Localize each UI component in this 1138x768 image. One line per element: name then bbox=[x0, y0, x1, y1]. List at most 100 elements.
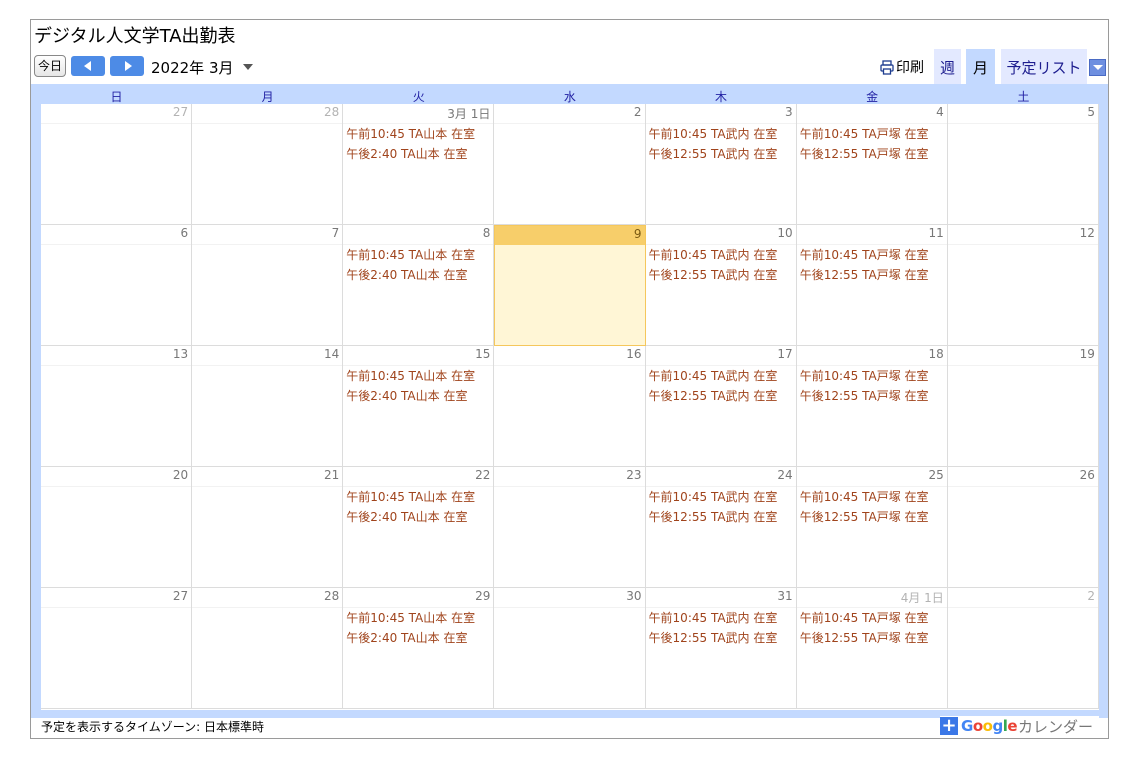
event-item[interactable]: 午後2:40 TA山本 在室 bbox=[346, 508, 467, 525]
day-number[interactable]: 20 bbox=[173, 468, 188, 482]
day-cell[interactable]: 27 bbox=[41, 104, 193, 225]
event-item[interactable]: 午前10:45 TA戸塚 在室 bbox=[800, 246, 929, 263]
day-number[interactable]: 6 bbox=[180, 226, 188, 240]
event-item[interactable]: 午前10:45 TA山本 在室 bbox=[346, 246, 475, 263]
day-cell[interactable]: 3 午前10:45 TA武内 在室 午後12:55 TA武内 在室 bbox=[645, 104, 797, 225]
day-cell-today[interactable]: 9 bbox=[494, 225, 646, 346]
day-cell[interactable]: 6 bbox=[41, 225, 193, 346]
event-item[interactable]: 午後12:55 TA戸塚 在室 bbox=[800, 387, 929, 404]
day-cell[interactable]: 22 午前10:45 TA山本 在室 午後2:40 TA山本 在室 bbox=[343, 467, 495, 588]
day-number[interactable]: 13 bbox=[173, 347, 188, 361]
day-cell[interactable]: 17 午前10:45 TA武内 在室 午後12:55 TA武内 在室 bbox=[645, 346, 797, 467]
event-item[interactable]: 午後2:40 TA山本 在室 bbox=[346, 629, 467, 646]
today-button[interactable]: 今日 bbox=[34, 55, 66, 77]
day-number[interactable]: 29 bbox=[475, 589, 490, 603]
day-cell[interactable]: 12 bbox=[947, 225, 1099, 346]
event-item[interactable]: 午後12:55 TA戸塚 在室 bbox=[800, 629, 929, 646]
event-item[interactable]: 午前10:45 TA戸塚 在室 bbox=[800, 488, 929, 505]
event-item[interactable]: 午後12:55 TA武内 在室 bbox=[649, 145, 778, 162]
day-cell[interactable]: 2 bbox=[947, 588, 1099, 709]
day-cell[interactable]: 28 bbox=[192, 104, 344, 225]
day-number[interactable]: 11 bbox=[929, 226, 944, 240]
day-number[interactable]: 16 bbox=[626, 347, 641, 361]
day-number[interactable]: 9 bbox=[634, 227, 642, 241]
day-cell[interactable]: 23 bbox=[494, 467, 646, 588]
day-number[interactable]: 22 bbox=[475, 468, 490, 482]
day-cell[interactable]: 18 午前10:45 TA戸塚 在室 午後12:55 TA戸塚 在室 bbox=[796, 346, 948, 467]
day-number[interactable]: 5 bbox=[1087, 105, 1095, 119]
view-dropdown-button[interactable] bbox=[1089, 59, 1106, 76]
day-number[interactable]: 27 bbox=[173, 105, 188, 119]
day-number[interactable]: 3月 1日 bbox=[447, 105, 490, 122]
day-number[interactable]: 28 bbox=[324, 589, 339, 603]
day-number[interactable]: 17 bbox=[777, 347, 792, 361]
event-item[interactable]: 午前10:45 TA武内 在室 bbox=[649, 488, 778, 505]
event-item[interactable]: 午後12:55 TA武内 在室 bbox=[649, 266, 778, 283]
event-item[interactable]: 午前10:45 TA山本 在室 bbox=[346, 367, 475, 384]
event-item[interactable]: 午後12:55 TA戸塚 在室 bbox=[800, 508, 929, 525]
tab-week[interactable]: 週 bbox=[934, 49, 961, 85]
event-item[interactable]: 午前10:45 TA武内 在室 bbox=[649, 609, 778, 626]
event-item[interactable]: 午前10:45 TA戸塚 在室 bbox=[800, 609, 929, 626]
day-number[interactable]: 21 bbox=[324, 468, 339, 482]
day-cell[interactable]: 20 bbox=[41, 467, 193, 588]
day-number[interactable]: 4 bbox=[936, 105, 944, 119]
day-cell[interactable]: 27 bbox=[41, 588, 193, 709]
day-cell[interactable]: 19 bbox=[947, 346, 1099, 467]
day-number[interactable]: 23 bbox=[626, 468, 641, 482]
day-cell[interactable]: 15 午前10:45 TA山本 在室 午後2:40 TA山本 在室 bbox=[343, 346, 495, 467]
event-item[interactable]: 午後12:55 TA武内 在室 bbox=[649, 387, 778, 404]
day-cell[interactable]: 30 bbox=[494, 588, 646, 709]
event-item[interactable]: 午前10:45 TA武内 在室 bbox=[649, 246, 778, 263]
day-cell[interactable]: 5 bbox=[947, 104, 1099, 225]
print-button[interactable]: 印刷 bbox=[880, 55, 924, 79]
day-number[interactable]: 14 bbox=[324, 347, 339, 361]
day-cell[interactable]: 13 bbox=[41, 346, 193, 467]
day-cell[interactable]: 4月 1日午前10:45 TA戸塚 在室 午後12:55 TA戸塚 在室 bbox=[796, 588, 948, 709]
day-number[interactable]: 28 bbox=[324, 105, 339, 119]
day-number[interactable]: 12 bbox=[1080, 226, 1095, 240]
day-cell[interactable]: 4 午前10:45 TA戸塚 在室 午後12:55 TA戸塚 在室 bbox=[796, 104, 948, 225]
next-month-button[interactable] bbox=[110, 56, 144, 76]
day-number[interactable]: 27 bbox=[173, 589, 188, 603]
previous-month-button[interactable] bbox=[71, 56, 105, 76]
event-item[interactable]: 午前10:45 TA山本 在室 bbox=[346, 609, 475, 626]
day-cell[interactable]: 10 午前10:45 TA武内 在室 午後12:55 TA武内 在室 bbox=[645, 225, 797, 346]
day-cell[interactable]: 28 bbox=[192, 588, 344, 709]
event-item[interactable]: 午前10:45 TA戸塚 在室 bbox=[800, 125, 929, 142]
tab-agenda[interactable]: 予定リスト bbox=[1001, 49, 1087, 85]
tab-month[interactable]: 月 bbox=[966, 49, 995, 85]
day-cell[interactable]: 25 午前10:45 TA戸塚 在室 午後12:55 TA戸塚 在室 bbox=[796, 467, 948, 588]
day-number[interactable]: 30 bbox=[626, 589, 641, 603]
day-cell[interactable]: 11 午前10:45 TA戸塚 在室 午後12:55 TA戸塚 在室 bbox=[796, 225, 948, 346]
google-calendar-badge[interactable]: + Google カレンダー bbox=[940, 716, 1100, 736]
day-number[interactable]: 15 bbox=[475, 347, 490, 361]
day-number[interactable]: 19 bbox=[1080, 347, 1095, 361]
event-item[interactable]: 午後12:55 TA戸塚 在室 bbox=[800, 266, 929, 283]
event-item[interactable]: 午前10:45 TA戸塚 在室 bbox=[800, 367, 929, 384]
day-number[interactable]: 31 bbox=[777, 589, 792, 603]
day-cell[interactable]: 31 午前10:45 TA武内 在室 午後12:55 TA武内 在室 bbox=[645, 588, 797, 709]
day-cell[interactable]: 2 bbox=[494, 104, 646, 225]
day-number[interactable]: 2 bbox=[1087, 589, 1095, 603]
event-item[interactable]: 午前10:45 TA山本 在室 bbox=[346, 488, 475, 505]
day-cell[interactable]: 24 午前10:45 TA武内 在室 午後12:55 TA武内 在室 bbox=[645, 467, 797, 588]
day-number[interactable]: 3 bbox=[785, 105, 793, 119]
day-cell[interactable]: 21 bbox=[192, 467, 344, 588]
day-number[interactable]: 2 bbox=[634, 105, 642, 119]
event-item[interactable]: 午後2:40 TA山本 在室 bbox=[346, 145, 467, 162]
day-number[interactable]: 10 bbox=[777, 226, 792, 240]
event-item[interactable]: 午後12:55 TA武内 在室 bbox=[649, 508, 778, 525]
day-cell[interactable]: 14 bbox=[192, 346, 344, 467]
day-number[interactable]: 8 bbox=[483, 226, 491, 240]
current-month-label[interactable]: 2022年 3月 bbox=[151, 57, 234, 78]
event-item[interactable]: 午後2:40 TA山本 在室 bbox=[346, 387, 467, 404]
day-number[interactable]: 24 bbox=[777, 468, 792, 482]
day-number[interactable]: 4月 1日 bbox=[901, 589, 944, 606]
event-item[interactable]: 午後2:40 TA山本 在室 bbox=[346, 266, 467, 283]
day-cell[interactable]: 16 bbox=[494, 346, 646, 467]
event-item[interactable]: 午前10:45 TA武内 在室 bbox=[649, 125, 778, 142]
day-number[interactable]: 25 bbox=[929, 468, 944, 482]
month-dropdown-icon[interactable] bbox=[243, 64, 253, 70]
day-number[interactable]: 7 bbox=[332, 226, 340, 240]
